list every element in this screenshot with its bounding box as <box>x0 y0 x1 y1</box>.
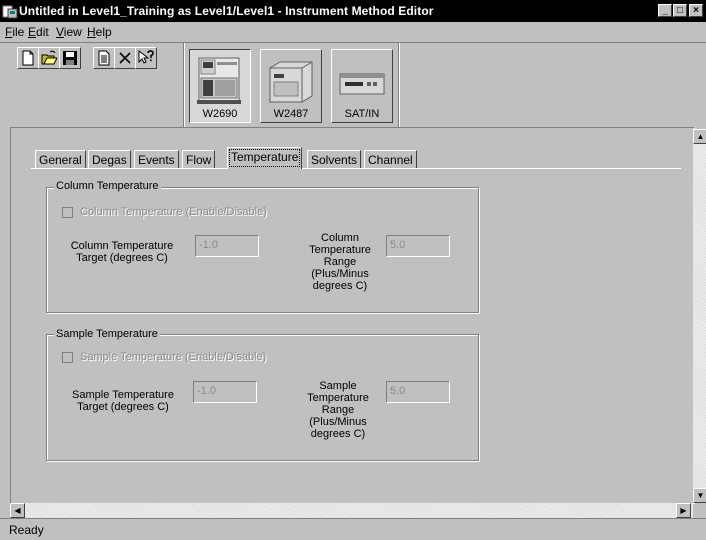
properties-button[interactable] <box>93 47 115 69</box>
scroll-down-button[interactable]: ▼ <box>693 488 706 503</box>
context-help-icon <box>138 50 154 64</box>
sample-temperature-enable-checkbox[interactable] <box>62 352 73 363</box>
tab-panel-edge <box>31 168 681 169</box>
maximize-icon: □ <box>676 5 684 16</box>
close-button[interactable]: × <box>689 4 703 17</box>
interface-box-icon <box>339 73 385 95</box>
sample-target-input[interactable]: -1.0 <box>193 381 257 403</box>
column-target-input[interactable]: -1.0 <box>195 235 259 257</box>
toolbar-separator <box>183 43 185 127</box>
menu-view[interactable]: View <box>56 25 82 39</box>
save-icon <box>63 51 77 65</box>
menu-help[interactable]: Help <box>87 25 112 39</box>
sample-range-label: Sample Temperature Range (Plus/Minus deg… <box>307 380 369 440</box>
instrument-satin-button[interactable]: SAT/IN <box>331 49 393 123</box>
new-icon <box>22 50 34 66</box>
open-icon <box>41 50 57 65</box>
tab-temperature[interactable]: Temperature <box>227 147 303 169</box>
vertical-scrollbar[interactable]: ▲ ▼ <box>693 129 706 503</box>
status-text: Ready <box>9 523 44 537</box>
title-bar[interactable]: Untitled in Level1_Training as Level1/Le… <box>0 0 706 22</box>
instrument-label: SAT/IN <box>344 108 380 120</box>
maximize-button[interactable]: □ <box>673 4 687 17</box>
menu-edit[interactable]: Edit <box>28 25 49 39</box>
column-temperature-enable-checkbox[interactable] <box>62 207 73 218</box>
app-icon <box>2 5 18 19</box>
tab-general[interactable]: General <box>35 150 86 168</box>
sample-temperature-enable-label: Sample Temperature (Enable/Disable) <box>80 351 267 363</box>
detector-icon <box>269 61 313 103</box>
arrow-right-icon: ▶ <box>680 506 687 515</box>
tab-solvents[interactable]: Solvents <box>307 150 362 168</box>
arrow-left-icon: ◀ <box>14 506 21 515</box>
menu-file[interactable]: File <box>5 25 24 39</box>
toolbar-separator <box>398 43 400 127</box>
new-button[interactable] <box>17 47 39 69</box>
column-range-input[interactable]: 5.0 <box>386 235 450 257</box>
properties-icon <box>98 50 110 66</box>
delete-button[interactable] <box>114 47 136 69</box>
instrument-w2690-button[interactable]: W2690 <box>189 49 251 123</box>
tab-flow[interactable]: Flow <box>182 150 216 168</box>
sample-range-input[interactable]: 5.0 <box>386 381 450 403</box>
scroll-up-button[interactable]: ▲ <box>693 129 706 144</box>
minimize-icon: _ <box>662 5 668 16</box>
sample-temperature-group-title: Sample Temperature <box>54 328 160 340</box>
status-bar: Ready <box>0 518 706 540</box>
scroll-right-button[interactable]: ▶ <box>676 503 691 518</box>
column-target-label: Column Temperature Target (degrees C) <box>70 240 174 264</box>
sample-target-label: Sample Temperature Target (degrees C) <box>72 389 174 413</box>
column-temperature-enable-label: Column Temperature (Enable/Disable) <box>80 206 267 218</box>
column-temperature-group-title: Column Temperature <box>54 180 161 192</box>
menu-bar: File Edit View Help <box>0 22 706 42</box>
tab-events[interactable]: Events <box>134 150 179 168</box>
save-button[interactable] <box>59 47 81 69</box>
arrow-up-icon: ▲ <box>696 132 705 141</box>
instrument-w2487-button[interactable]: W2487 <box>260 49 322 123</box>
lc-module-icon <box>197 57 241 104</box>
scroll-left-button[interactable]: ◀ <box>10 503 25 518</box>
delete-icon <box>119 52 131 64</box>
toolbar-area: W2690 W2487 SAT/IN <box>0 42 706 127</box>
column-range-label: Column Temperature Range (Plus/Minus deg… <box>309 232 371 292</box>
instrument-label: W2690 <box>202 108 238 120</box>
minimize-button[interactable]: _ <box>658 4 672 17</box>
window-title: Untitled in Level1_Training as Level1/Le… <box>19 4 434 18</box>
context-help-button[interactable] <box>135 47 157 69</box>
open-button[interactable] <box>38 47 60 69</box>
instrument-label: W2487 <box>273 108 309 120</box>
tab-channel[interactable]: Channel <box>364 150 417 168</box>
tab-degas[interactable]: Degas <box>88 150 131 168</box>
horizontal-scrollbar[interactable]: ◀ ▶ <box>10 503 693 518</box>
arrow-down-icon: ▼ <box>696 491 705 500</box>
close-icon: × <box>693 5 699 16</box>
